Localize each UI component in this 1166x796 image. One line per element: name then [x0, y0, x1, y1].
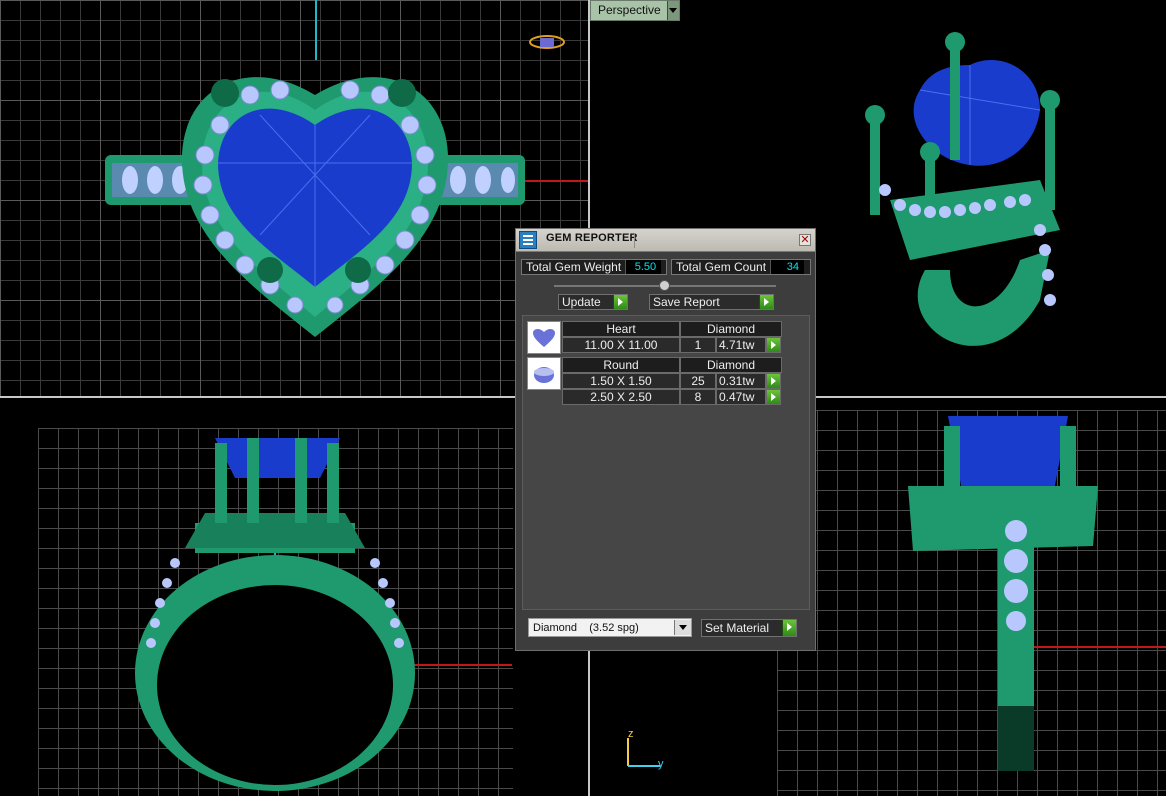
- gem-row-select-button[interactable]: [766, 389, 781, 405]
- round-gem-thumbnail-icon: [527, 357, 561, 390]
- gem-list[interactable]: Heart Diamond 11.00 X 11.00 1 4.71tw Rou…: [522, 315, 810, 610]
- chevron-down-icon[interactable]: [674, 620, 691, 635]
- save-report-button-label: Save Report: [653, 295, 720, 309]
- panel-splitter[interactable]: [554, 280, 776, 291]
- ring-perspective-view: [865, 32, 1060, 346]
- gem-weight: 0.31tw: [716, 373, 766, 389]
- panel-title: GEM REPORTER: [546, 232, 638, 244]
- play-icon: [782, 620, 796, 636]
- viewport-label-perspective[interactable]: Perspective: [590, 0, 680, 21]
- gem-reporter-icon: [519, 231, 537, 249]
- set-material-button-label: Set Material: [705, 621, 770, 635]
- play-icon: [613, 295, 627, 309]
- panel-titlebar[interactable]: GEM REPORTER ✕: [516, 229, 815, 252]
- viewport-top[interactable]: [0, 0, 588, 396]
- ring-front-view: [135, 438, 415, 791]
- gizmo-y-label: y: [658, 758, 664, 770]
- heart-gem-thumbnail-icon: [527, 321, 561, 354]
- play-icon: [767, 390, 780, 404]
- close-icon[interactable]: ✕: [799, 234, 811, 246]
- gem-material: Diamond: [680, 321, 782, 337]
- view-cube-icon: [529, 35, 565, 49]
- axis-gizmo: z y: [620, 728, 670, 778]
- gem-count: 1: [680, 337, 716, 353]
- total-gem-weight-label: Total Gem Weight: [526, 260, 622, 274]
- axis-y-line: [315, 0, 317, 60]
- total-gem-count: Total Gem Count 34: [671, 259, 811, 275]
- gem-weight: 4.71tw: [716, 337, 766, 353]
- gem-size: 2.50 X 2.50: [562, 389, 680, 405]
- ring-top-view: [105, 77, 525, 337]
- gem-size: 1.50 X 1.50: [562, 373, 680, 389]
- gem-count: 25: [680, 373, 716, 389]
- material-select-value: Diamond (3.52 spg): [533, 621, 639, 634]
- total-gem-count-value: 34: [770, 260, 805, 274]
- update-button-label: Update: [562, 295, 601, 309]
- gem-weight: 0.47tw: [716, 389, 766, 405]
- total-gem-weight: Total Gem Weight 5.50: [521, 259, 667, 275]
- gem-shape: Round: [562, 357, 680, 373]
- save-report-button[interactable]: Save Report: [649, 294, 774, 310]
- gem-size: 11.00 X 11.00: [562, 337, 680, 353]
- gem-row-select-button[interactable]: [766, 337, 781, 353]
- play-icon: [759, 295, 773, 309]
- gem-row-select-button[interactable]: [766, 373, 781, 389]
- gem-material: Diamond: [680, 357, 782, 373]
- update-button[interactable]: Update: [558, 294, 628, 310]
- viewport-label-text: Perspective: [598, 3, 661, 17]
- gem-shape: Heart: [562, 321, 680, 337]
- ring-side-view: [908, 416, 1098, 771]
- set-material-button[interactable]: Set Material: [701, 619, 797, 637]
- total-gem-weight-value: 5.50: [625, 260, 662, 274]
- total-gem-count-label: Total Gem Count: [676, 260, 767, 274]
- gem-reporter-panel: GEM REPORTER ✕ Total Gem Weight 5.50 Tot…: [515, 228, 816, 651]
- viewport-front[interactable]: [0, 398, 588, 796]
- title-separator: [634, 233, 635, 248]
- chevron-down-icon[interactable]: [666, 1, 679, 20]
- play-icon: [767, 338, 780, 352]
- gem-count: 8: [680, 389, 716, 405]
- material-select[interactable]: Diamond (3.52 spg): [528, 618, 692, 637]
- splitter-knob-icon[interactable]: [659, 280, 670, 291]
- play-icon: [767, 374, 780, 388]
- gizmo-z-label: z: [628, 728, 634, 740]
